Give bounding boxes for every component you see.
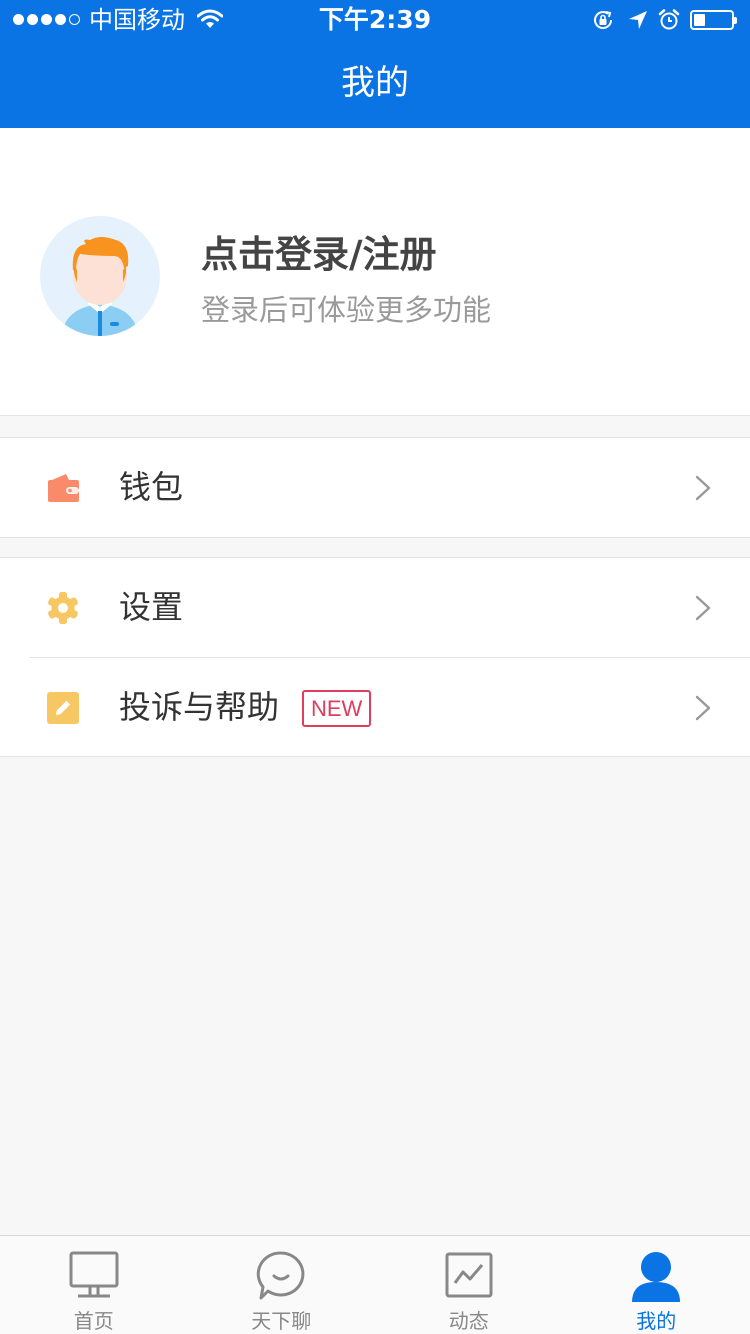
chat-bubble-icon: [257, 1251, 305, 1300]
status-bar: 中国移动 下午2:39: [0, 0, 750, 40]
menu-item-label: 投诉与帮助: [119, 688, 280, 726]
monitor-icon: [69, 1251, 119, 1298]
login-hint: 登录后可体验更多功能: [201, 293, 492, 327]
login-header[interactable]: 点击登录/注册 登录后可体验更多功能: [0, 128, 750, 416]
menu-item-settings[interactable]: 设置: [0, 558, 750, 657]
user-avatar-icon: [62, 237, 138, 336]
chevron-right-icon: [695, 475, 711, 501]
wallet-icon: [48, 474, 79, 502]
trend-chart-icon: [445, 1252, 493, 1298]
tab-label: 我的: [636, 1309, 677, 1333]
orientation-lock-icon: [594, 11, 613, 29]
tab-activity[interactable]: 动态: [375, 1236, 563, 1334]
login-register-title[interactable]: 点击登录/注册: [201, 228, 437, 282]
chevron-right-icon: [695, 595, 711, 621]
tab-label: 动态: [448, 1309, 489, 1333]
battery-icon: [690, 10, 737, 30]
wallet-group: 钱包: [0, 437, 750, 538]
battery-level: [694, 14, 705, 26]
tab-home[interactable]: 首页: [0, 1236, 188, 1334]
menu-item-feedback-help[interactable]: 投诉与帮助 NEW: [30, 657, 750, 756]
settings-group: 设置 投诉与帮助 NEW: [0, 557, 750, 757]
menu-item-label: 设置: [119, 588, 184, 626]
gear-icon: [48, 592, 78, 624]
top-bar: 中国移动 下午2:39 我的: [0, 0, 750, 128]
edit-icon: [47, 692, 79, 724]
person-icon: [632, 1252, 681, 1302]
new-badge: NEW: [302, 690, 372, 727]
tab-label: 天下聊: [251, 1309, 312, 1333]
chevron-right-icon: [695, 695, 711, 721]
tab-label: 首页: [73, 1309, 114, 1333]
avatar[interactable]: [40, 216, 160, 336]
menu-item-wallet[interactable]: 钱包: [0, 438, 750, 537]
menu-item-label: 钱包: [119, 468, 184, 506]
page-title: 我的: [341, 63, 409, 103]
location-arrow-icon: [629, 11, 647, 29]
tab-bar: 首页 天下聊 动态 我的: [0, 1235, 750, 1334]
tab-mine[interactable]: 我的: [563, 1236, 750, 1334]
profile-screen: 中国移动 下午2:39 我的 点击登录/注册 登录后可体验更多功能 钱包 设置 …: [0, 0, 750, 1334]
alarm-clock-icon: [658, 9, 680, 30]
tab-chat[interactable]: 天下聊: [188, 1236, 376, 1334]
